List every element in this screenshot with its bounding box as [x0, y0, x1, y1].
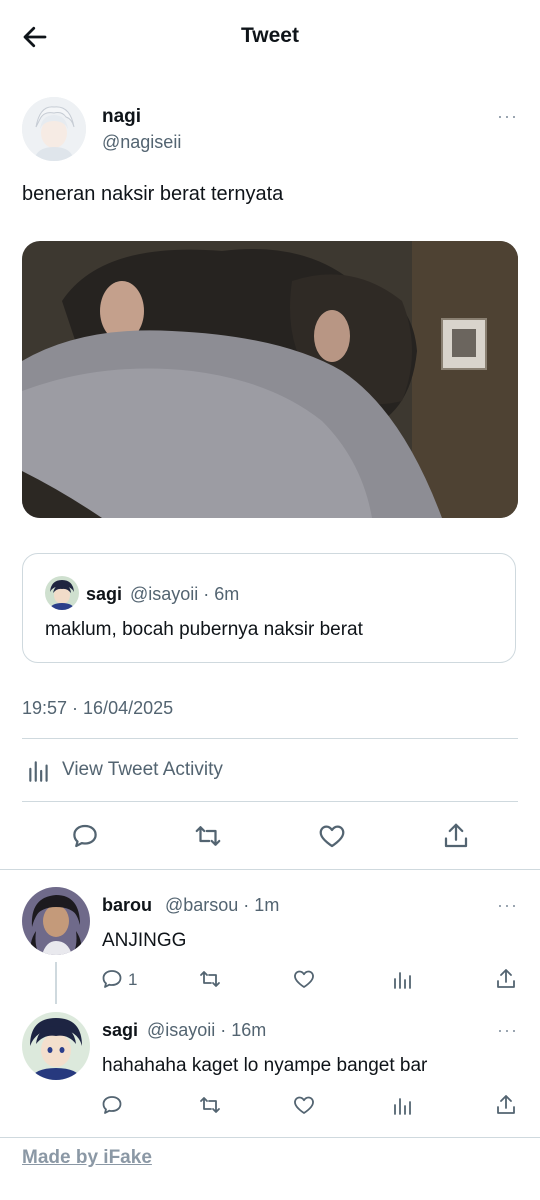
reply-meta: @barsou · 1m	[165, 895, 280, 915]
reply-text: ANJINGG	[102, 930, 187, 951]
quote-meta: @isayoii · 6m	[130, 584, 240, 604]
more-options-icon[interactable]: ···	[497, 106, 518, 127]
reply-avatar[interactable]	[22, 887, 90, 955]
view-tweet-activity[interactable]: View Tweet Activity	[22, 756, 322, 786]
share-button[interactable]	[441, 821, 471, 851]
reply-meta: @isayoii · 16m	[147, 1020, 267, 1040]
watermark-link[interactable]: Made by iFake	[22, 1147, 152, 1169]
like-button[interactable]	[317, 821, 347, 851]
retweet-icon	[200, 971, 220, 987]
top-bar: Tweet	[0, 0, 540, 74]
reply-action-retweet[interactable]	[198, 1093, 222, 1117]
thread-line	[55, 962, 57, 1004]
reply-action-reply[interactable]: 1	[100, 967, 160, 993]
tweet-timestamp: 19:57 · 16/04/2025	[22, 698, 174, 718]
share-icon	[444, 823, 468, 848]
retweet-button[interactable]	[193, 821, 223, 851]
divider	[22, 738, 518, 739]
heart-icon	[294, 1096, 314, 1114]
reply-action-like[interactable]	[292, 1093, 316, 1117]
reply-button[interactable]	[70, 821, 100, 851]
tweet-media[interactable]	[22, 241, 518, 518]
footer-divider	[0, 1137, 540, 1138]
reply-text: hahahaha kaget lo nyampe banget bar	[102, 1055, 428, 1076]
reply-action-share[interactable]	[494, 1093, 518, 1117]
heart-icon	[319, 825, 345, 848]
author-handle[interactable]: @nagiseii	[102, 132, 181, 153]
activity-label: View Tweet Activity	[62, 759, 223, 780]
analytics-icon	[394, 972, 411, 989]
reply-action-reply[interactable]	[100, 1093, 124, 1117]
retweet-icon	[200, 1097, 220, 1113]
reply-action-share[interactable]	[494, 967, 518, 991]
divider	[22, 801, 518, 802]
reply-avatar[interactable]	[22, 1012, 90, 1080]
reply-icon	[102, 1096, 122, 1114]
share-icon	[497, 1095, 515, 1114]
quote-avatar	[45, 576, 79, 610]
more-options-icon[interactable]: ···	[497, 895, 518, 916]
quote-author-name: sagi	[86, 584, 123, 604]
reply-action-retweet[interactable]	[198, 967, 222, 991]
reply-action-analytics[interactable]	[390, 1093, 414, 1117]
reply-count: 1	[128, 970, 138, 989]
page-title: Tweet	[241, 24, 299, 47]
analytics-icon	[29, 761, 48, 782]
heart-icon	[294, 970, 314, 988]
section-divider	[0, 869, 540, 870]
reply-author-name[interactable]: barou	[102, 895, 152, 916]
reply-author-name[interactable]: sagi	[102, 1020, 138, 1041]
analytics-icon	[394, 1098, 411, 1115]
author-avatar[interactable]	[22, 97, 86, 161]
reply-action-like[interactable]	[292, 967, 316, 991]
more-options-icon[interactable]: ···	[497, 1020, 518, 1041]
quote-tweet-card[interactable]: sagi @isayoii · 6m maklum, bocah puberny…	[22, 553, 516, 663]
tweet-text: beneran naksir berat ternyata	[22, 183, 284, 205]
retweet-icon	[195, 826, 221, 846]
share-icon	[497, 969, 515, 988]
reply-action-analytics[interactable]	[390, 967, 414, 991]
reply-icon	[73, 824, 97, 848]
author-name[interactable]: nagi	[102, 106, 141, 128]
reply-icon	[102, 970, 122, 988]
quote-text: maklum, bocah pubernya naksir berat	[45, 619, 363, 640]
